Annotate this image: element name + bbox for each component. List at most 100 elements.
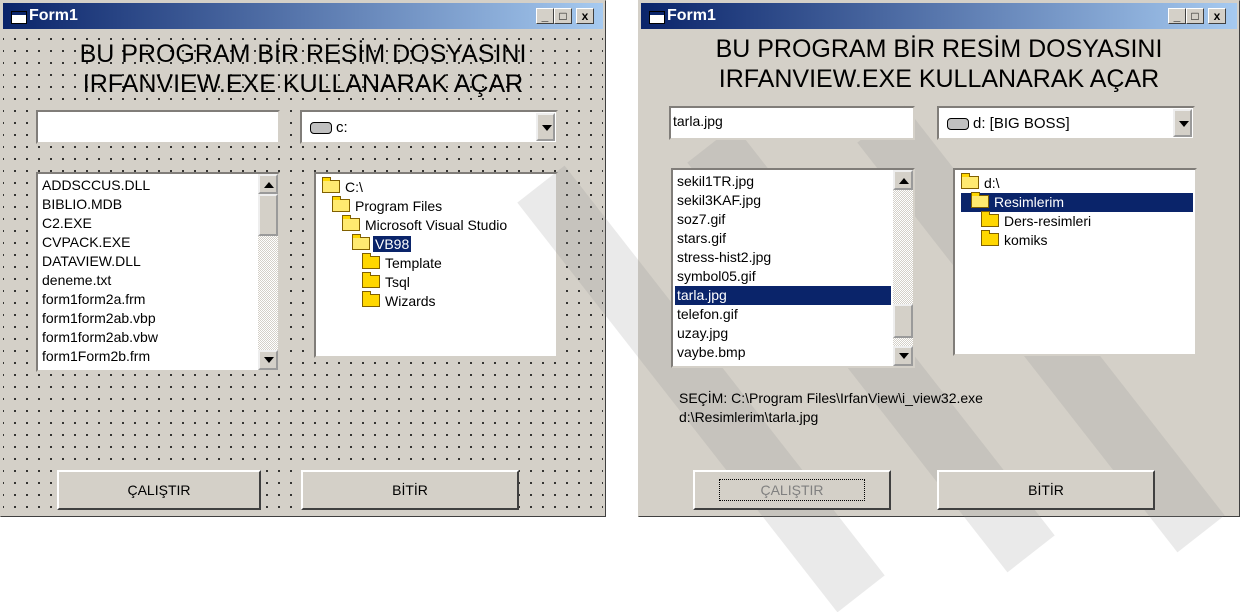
folder-tree-item[interactable]: Program Files [332, 196, 444, 216]
folder-label: Ders-resimleri [1004, 213, 1092, 229]
drive-icon [310, 122, 332, 134]
file-list-item[interactable]: form1Form2b.frm [40, 347, 256, 366]
file-list-item[interactable]: form1form2ab.vbw [40, 328, 256, 347]
selection-path-line-2: d:\Resimlerim\tarla.jpg [679, 409, 819, 425]
scroll-down-button[interactable] [258, 350, 278, 370]
folder-label: Tsql [385, 274, 410, 290]
minimize-button[interactable]: _ [536, 8, 554, 24]
folder-label: Wizards [385, 293, 436, 309]
folder-tree-item[interactable]: Microsoft Visual Studio [342, 215, 509, 235]
exit-button[interactable]: BİTİR [937, 470, 1155, 510]
drive-combo[interactable]: d: [BIG BOSS] [937, 106, 1195, 140]
file-list-item[interactable]: deneme.txt [40, 271, 256, 290]
folder-open-icon [332, 196, 350, 212]
folder-tree-item[interactable]: d:\ [961, 173, 1002, 193]
drive-icon [947, 118, 969, 130]
selection-path-line-1: SEÇİM: C:\Program Files\IrfanView\i_view… [679, 390, 983, 406]
file-list-item[interactable]: tarla.jpg [675, 286, 891, 305]
heading-line-2: IRFANVIEW.EXE KULLANARAK AÇAR [718, 65, 1160, 93]
folder-tree-item[interactable]: Tsql [362, 272, 412, 292]
file-list-item[interactable]: stress-hist2.jpg [675, 248, 891, 267]
heading-line-1: BU PROGRAM BİR RESİM DOSYASINI [715, 35, 1163, 63]
file-list-item[interactable]: soz7.gif [675, 210, 891, 229]
file-list-item[interactable]: DATAVIEW.DLL [40, 252, 256, 271]
scroll-thumb[interactable] [258, 194, 278, 236]
folder-icon [981, 230, 999, 246]
folder-open-icon [971, 192, 989, 208]
folder-tree-item[interactable]: komiks [981, 230, 1050, 250]
drive-combo[interactable]: c: [300, 110, 558, 144]
heading-line-1: BU PROGRAM BİR RESİM DOSYASINI [79, 40, 527, 68]
folder-label: Resimlerim [992, 194, 1066, 210]
filename-textbox[interactable] [36, 110, 280, 144]
close-button[interactable]: x [1208, 8, 1226, 24]
drive-value: c: [336, 119, 348, 136]
folder-label: d:\ [984, 175, 1000, 191]
folder-open-icon [961, 173, 979, 189]
folder-label: VB98 [373, 236, 412, 252]
folder-tree[interactable]: C:\ Program Files Microsoft Visual Studio V… [314, 172, 558, 358]
folder-icon [362, 253, 380, 269]
file-list-scrollbar[interactable] [893, 170, 913, 366]
form1-window-running: Form1 _ □ x BU PROGRAM BİR RESİM DOSYASI… [517, 0, 1240, 612]
file-list-item[interactable]: symbol05.gif [675, 267, 891, 286]
folder-tree-item[interactable]: VB98 [352, 234, 412, 254]
form1-window-design: Form1 _ □ x BU PROGRAM BİR RESİM DOSYASI… [0, 0, 606, 517]
folder-tree[interactable]: d:\ Resimlerim Ders-resimleri komiks [953, 168, 1197, 356]
drive-dropdown-button[interactable] [536, 113, 555, 141]
close-button[interactable]: x [576, 8, 594, 24]
exit-button[interactable]: BİTİR [301, 470, 519, 510]
folder-open-icon [342, 215, 360, 231]
minimize-button[interactable]: _ [1168, 8, 1186, 24]
chevron-down-icon [542, 125, 552, 131]
file-list-item[interactable]: form1form2a.frm [40, 290, 256, 309]
file-list-item[interactable]: vaybe.bmp [675, 343, 891, 362]
maximize-button[interactable]: □ [1186, 8, 1204, 24]
file-list-item[interactable]: sekil1TR.jpg [675, 172, 891, 191]
folder-tree-item[interactable]: Resimlerim [961, 192, 1193, 212]
chevron-down-icon [1179, 121, 1189, 127]
arrow-up-icon [899, 178, 909, 184]
file-list-scrollbar[interactable] [258, 174, 278, 370]
folder-tree-item[interactable]: Wizards [362, 291, 438, 311]
folder-icon [362, 272, 380, 288]
file-list-item[interactable]: stars.gif [675, 229, 891, 248]
file-listbox[interactable]: sekil1TR.jpg sekil3KAF.jpg soz7.gif stars.g… [671, 168, 915, 368]
file-list-item[interactable]: sekil3KAF.jpg [675, 191, 891, 210]
drive-value: d: [BIG BOSS] [973, 115, 1070, 132]
folder-label: Microsoft Visual Studio [365, 217, 508, 233]
run-button: ÇALIŞTIR [693, 470, 891, 510]
scroll-thumb[interactable] [893, 304, 913, 338]
maximize-button[interactable]: □ [554, 8, 572, 24]
file-list-item[interactable]: ADDSCCUS.DLL [40, 176, 256, 195]
folder-tree-item[interactable]: Template [362, 253, 444, 273]
form-client-area: BU PROGRAM BİR RESİM DOSYASINI IRFANVIEW… [517, 29, 1237, 612]
form-icon [11, 11, 27, 24]
filename-textbox[interactable]: tarla.jpg [669, 106, 915, 140]
form-icon [649, 11, 665, 24]
scroll-up-button[interactable] [893, 170, 913, 190]
folder-tree-item[interactable]: Ders-resimleri [981, 211, 1093, 231]
window-title: Form1 [667, 7, 716, 24]
title-bar[interactable]: Form1 _ □ x [641, 3, 1237, 29]
folder-label: komiks [1004, 232, 1048, 248]
heading-line-2: IRFANVIEW.EXE KULLANARAK AÇAR [82, 70, 524, 98]
title-bar[interactable]: Form1 _ □ x [3, 3, 603, 29]
scroll-up-button[interactable] [258, 174, 278, 194]
file-list-item[interactable]: C2.EXE [40, 214, 256, 233]
file-listbox[interactable]: ADDSCCUS.DLL BIBLIO.MDB C2.EXE CVPACK.EXE DA… [36, 172, 280, 372]
run-button[interactable]: ÇALIŞTIR [57, 470, 261, 510]
folder-icon [362, 291, 380, 307]
folder-label: Program Files [355, 198, 443, 214]
arrow-down-icon [899, 353, 909, 359]
folder-tree-item[interactable]: C:\ [322, 177, 365, 197]
form-client-area: BU PROGRAM BİR RESİM DOSYASINI IRFANVIEW… [3, 29, 603, 514]
arrow-up-icon [264, 182, 274, 188]
drive-dropdown-button[interactable] [1173, 109, 1192, 137]
file-list-item[interactable]: BIBLIO.MDB [40, 195, 256, 214]
scroll-down-button[interactable] [893, 346, 913, 366]
file-list-item[interactable]: telefon.gif [675, 305, 891, 324]
file-list-item[interactable]: uzay.jpg [675, 324, 891, 343]
file-list-item[interactable]: CVPACK.EXE [40, 233, 256, 252]
file-list-item[interactable]: form1form2ab.vbp [40, 309, 256, 328]
